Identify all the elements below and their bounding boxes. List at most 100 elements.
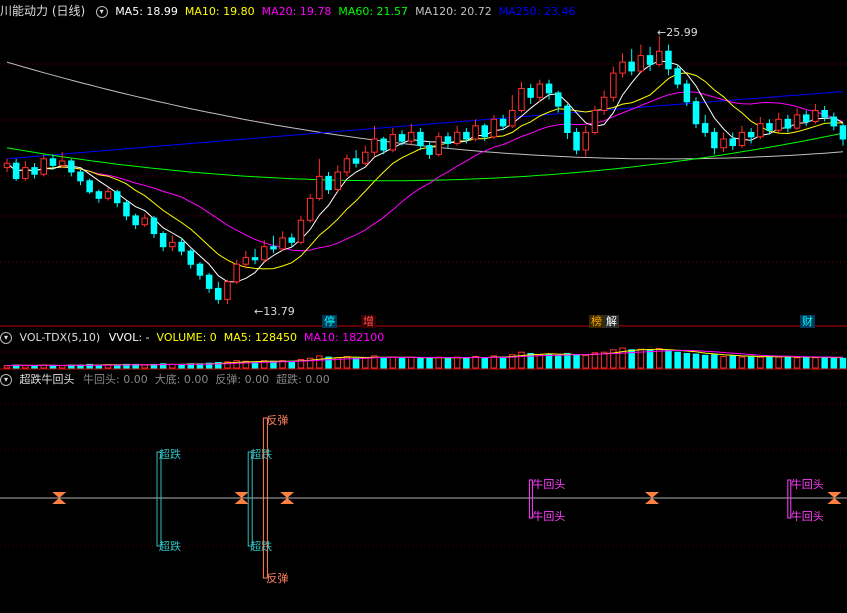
expand-icon[interactable]: ▾	[0, 332, 12, 344]
candle-body	[389, 134, 397, 151]
volume-bar	[481, 357, 488, 369]
bottom-marker-top	[827, 492, 842, 498]
candle-body	[490, 118, 498, 138]
volume-bar	[830, 357, 838, 369]
candle-body	[628, 61, 635, 72]
ma20-line	[6, 91, 844, 252]
event-marker-rank[interactable]: 榜	[589, 315, 604, 328]
candle-body	[132, 215, 139, 226]
chaodie-label-top: 超跌	[159, 447, 181, 461]
candle-body	[766, 123, 773, 131]
volume-bar	[417, 357, 424, 369]
volume-bar	[389, 356, 397, 369]
volume-legend-item: MA5: 128450	[223, 331, 297, 344]
candle-body	[803, 114, 810, 123]
volume-bar	[683, 353, 691, 369]
candle-body	[288, 237, 295, 243]
candle-body	[830, 116, 838, 127]
candle-body	[95, 191, 103, 199]
ma-legend-item: MA5: 18.99	[115, 5, 178, 18]
candle-body	[600, 96, 608, 112]
candle-body	[720, 138, 727, 149]
bottom-marker-top	[52, 492, 67, 498]
volume-bar	[141, 364, 148, 369]
event-text: 榜	[591, 315, 602, 328]
volume-legend: VVOL: - VOLUME: 0 MA5: 128450 MA10: 182100	[109, 331, 392, 344]
candle-body	[564, 105, 571, 133]
volume-bar	[343, 356, 351, 369]
candle-body	[509, 110, 516, 127]
chaodie-bar	[156, 451, 162, 547]
volume-bar	[573, 354, 580, 369]
volume-bar	[49, 365, 57, 369]
candle-body	[150, 217, 158, 235]
event-marker-stop[interactable]: 停	[322, 315, 337, 328]
candle-body	[352, 158, 360, 164]
ma-legend: MA5: 18.99 MA10: 19.80 MA20: 19.78 MA60: 21…	[115, 5, 582, 18]
chaodie-bar	[247, 451, 253, 547]
volume-bar	[398, 357, 406, 369]
event-marker-increase[interactable]: 增	[361, 315, 376, 328]
chaodie-label-bottom: 超跌	[159, 539, 181, 553]
candle-body	[49, 158, 57, 166]
low-price-label: ←13.79	[254, 305, 295, 318]
candle-body	[665, 50, 672, 70]
candle-body	[463, 131, 470, 140]
candle-body	[527, 88, 534, 98]
expand-icon[interactable]: ▾	[0, 374, 12, 386]
high-price-label: ←25.99	[657, 26, 698, 39]
candle-body	[656, 50, 663, 65]
candle-body	[261, 246, 268, 261]
candle-body	[159, 233, 167, 248]
candle-body	[729, 138, 736, 147]
volume-bar	[821, 356, 828, 369]
indicator-legend-item: 大底: 0.00	[154, 373, 209, 386]
volume-bar	[31, 365, 38, 369]
candle-body	[610, 72, 617, 98]
volume-bar	[362, 357, 369, 369]
stock-chart[interactable]: 超跌 超跌 超跌 超跌 反弹 反弹 牛回头 牛回头 牛回头 牛回头 川能动力 (日线) ▾ MA5…	[0, 0, 847, 613]
event-marker-finance[interactable]: 财	[800, 315, 815, 328]
candle-body	[453, 131, 461, 144]
volume-legend-item: MA10: 182100	[304, 331, 385, 344]
volume-bar	[720, 356, 727, 369]
volume-bar	[729, 355, 736, 369]
volume-bar	[453, 356, 461, 369]
candle-body	[839, 125, 847, 140]
candle-body	[169, 241, 176, 248]
niuhuitou-label-top: 牛回头	[532, 477, 565, 491]
volume-bar	[564, 353, 571, 369]
volume-bar	[582, 354, 589, 369]
chart-canvas[interactable]: 超跌超跌超跌超跌反弹反弹牛回头牛回头牛回头牛回头	[0, 0, 847, 613]
candle-body	[545, 83, 553, 94]
volume-bar	[316, 355, 323, 369]
candle-body	[224, 281, 231, 300]
event-text: 增	[363, 315, 374, 328]
volume-bar	[536, 354, 544, 369]
volume-bar	[665, 349, 672, 369]
candle-body	[747, 131, 755, 138]
indicator-legend-item: 反弹: 0.00	[215, 373, 270, 386]
event-marker-unlock[interactable]: 解	[604, 315, 619, 328]
volume-header: ▾ VOL-TDX(5,10) VVOL: - VOLUME: 0 MA5: 128…	[0, 330, 398, 346]
indicator-header: ▾ 超跌牛回头 牛回头: 0.00 大底: 0.00 反弹: 0.00 超跌: 0.0…	[0, 372, 344, 388]
volume-bar	[600, 351, 608, 369]
candle-body	[325, 175, 332, 191]
candle-body	[426, 145, 433, 155]
volume-legend-item: VOLUME: 0	[156, 331, 217, 344]
candle-body	[683, 83, 691, 103]
candle-body	[31, 167, 38, 175]
indicator-legend-item: 超跌: 0.00	[276, 373, 330, 386]
volume-bar	[426, 357, 433, 369]
candle-body	[251, 257, 259, 261]
expand-icon[interactable]: ▾	[95, 6, 108, 18]
candle-body	[141, 217, 148, 226]
candle-body	[123, 202, 130, 217]
bottom-marker-bottom	[52, 498, 67, 504]
candle-body	[77, 171, 84, 182]
indicator-legend: 牛回头: 0.00 大底: 0.00 反弹: 0.00 超跌: 0.00	[83, 373, 337, 386]
bottom-marker-bottom	[234, 498, 249, 504]
volume-bar	[555, 355, 562, 369]
volume-bar	[803, 356, 810, 369]
volume-title: VOL-TDX(5,10)	[19, 331, 101, 344]
